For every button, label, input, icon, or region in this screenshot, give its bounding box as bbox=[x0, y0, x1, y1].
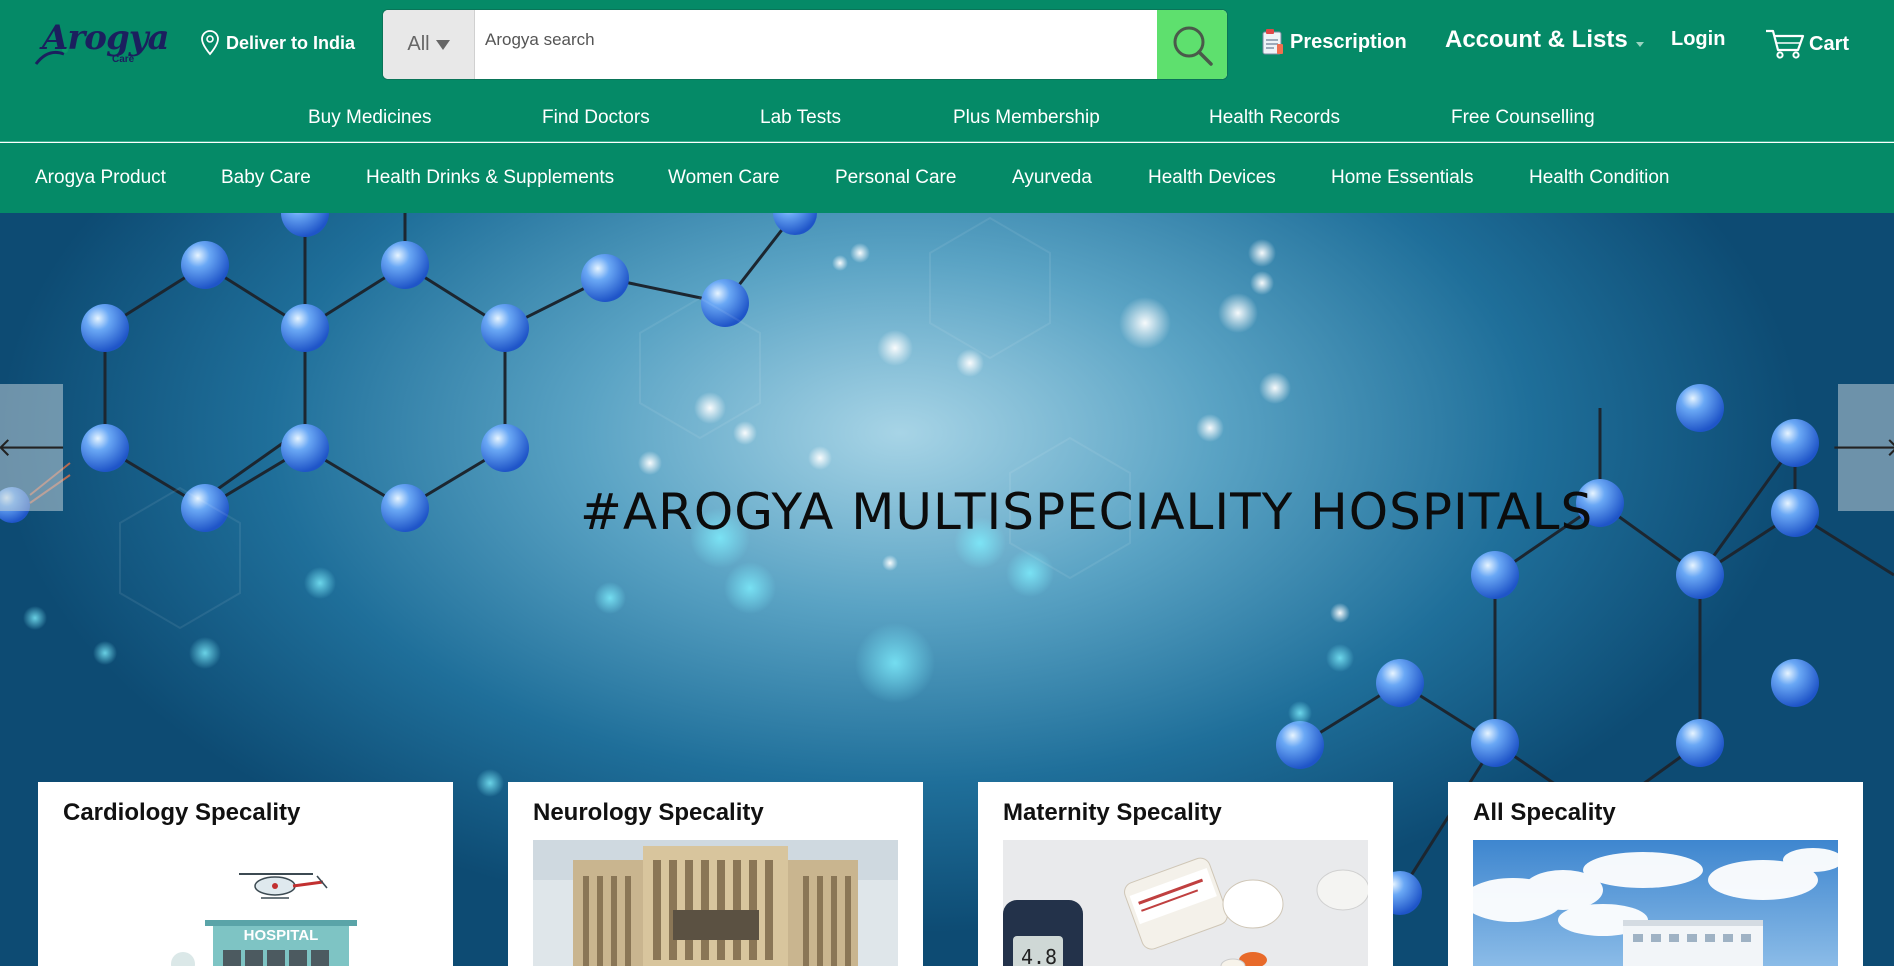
carousel-prev-button[interactable]: 🡐 bbox=[0, 384, 67, 511]
prescription-link[interactable]: Prescription bbox=[1260, 28, 1407, 56]
category-arogya-product[interactable]: Arogya Product bbox=[35, 167, 166, 189]
service-nav: Buy Medicines Find Doctors Lab Tests Plu… bbox=[0, 87, 1894, 142]
category-baby-care[interactable]: Baby Care bbox=[221, 167, 311, 189]
search-input[interactable] bbox=[475, 10, 1157, 70]
deliver-label: Deliver to India bbox=[226, 32, 356, 53]
category-health-condition[interactable]: Health Condition bbox=[1529, 167, 1669, 189]
arrow-right-icon: 🡒 bbox=[1831, 432, 1894, 462]
login-link[interactable]: Login bbox=[1671, 28, 1725, 51]
card-title: Maternity Specality bbox=[1003, 799, 1222, 826]
category-personal-care[interactable]: Personal Care bbox=[835, 167, 956, 189]
service-nav-buy-medicines[interactable]: Buy Medicines bbox=[308, 107, 432, 129]
arrow-left-icon: 🡐 bbox=[0, 432, 67, 462]
account-lists-dropdown[interactable]: Account & Lists bbox=[1445, 26, 1644, 54]
prescription-label: Prescription bbox=[1290, 30, 1407, 53]
cart-icon bbox=[1766, 29, 1805, 59]
glucometer-reading: 4.8 bbox=[1021, 945, 1057, 966]
card-title: All Specality bbox=[1473, 799, 1616, 826]
top-header: Arogya Care Deliver to India All Arogya … bbox=[0, 0, 1894, 87]
login-label: Login bbox=[1671, 28, 1726, 50]
hospital-sign-text: HOSPITAL bbox=[244, 927, 319, 944]
service-nav-lab-tests[interactable]: Lab Tests bbox=[760, 107, 841, 129]
card-title: Neurology Specality bbox=[533, 799, 764, 826]
carousel-next-button[interactable]: 🡒 bbox=[1831, 384, 1894, 511]
service-nav-free-counselling[interactable]: Free Counselling bbox=[1451, 107, 1595, 129]
deliver-location[interactable]: Deliver to India bbox=[200, 30, 355, 56]
category-health-drinks[interactable]: Health Drinks & Supplements bbox=[366, 167, 614, 189]
card-title: Cardiology Specality bbox=[63, 799, 301, 826]
cardiology-card[interactable]: Cardiology Specality HOSPITAL bbox=[38, 782, 453, 966]
cart-label: Cart bbox=[1809, 32, 1850, 55]
service-nav-plus-membership[interactable]: Plus Membership bbox=[953, 107, 1100, 129]
search-category-select[interactable]: All bbox=[383, 10, 475, 79]
service-nav-health-records[interactable]: Health Records bbox=[1209, 107, 1340, 129]
category-nav: Arogya Product Baby Care Health Drinks &… bbox=[0, 143, 1894, 213]
search-bar: All bbox=[382, 9, 1228, 80]
category-home-essentials[interactable]: Home Essentials bbox=[1331, 167, 1474, 189]
medical-supplies-photo: 4.8 bbox=[1003, 840, 1368, 966]
neurology-card[interactable]: Neurology Specality bbox=[508, 782, 923, 966]
search-category-value: All bbox=[407, 33, 430, 55]
chevron-down-icon bbox=[1635, 41, 1644, 47]
search-button[interactable] bbox=[1157, 10, 1227, 79]
category-ayurveda[interactable]: Ayurveda bbox=[1012, 167, 1092, 189]
all-specialty-card[interactable]: All Specality bbox=[1448, 782, 1863, 966]
account-label: Account & Lists bbox=[1445, 26, 1628, 53]
maternity-card[interactable]: Maternity Specality 4.8 bbox=[978, 782, 1393, 966]
logo-wordmark: Arogya bbox=[42, 18, 170, 58]
building-photo bbox=[533, 840, 898, 966]
chevron-down-icon bbox=[435, 39, 450, 50]
hospital-illustration: HOSPITAL bbox=[63, 840, 428, 966]
hospital-building-photo bbox=[1473, 840, 1838, 966]
location-pin-icon bbox=[201, 30, 219, 56]
arogya-logo[interactable]: Arogya Care bbox=[34, 14, 170, 68]
logo-subtitle: Care bbox=[112, 54, 135, 65]
search-icon bbox=[1173, 26, 1213, 66]
service-nav-find-doctors[interactable]: Find Doctors bbox=[542, 107, 650, 129]
prescription-icon bbox=[1262, 29, 1283, 55]
hero-title: #AROGYA MULTISPECIALITY HOSPITALS bbox=[580, 483, 1594, 541]
category-women-care[interactable]: Women Care bbox=[668, 167, 780, 189]
category-health-devices[interactable]: Health Devices bbox=[1148, 167, 1276, 189]
cart-link[interactable]: Cart bbox=[1765, 28, 1849, 60]
